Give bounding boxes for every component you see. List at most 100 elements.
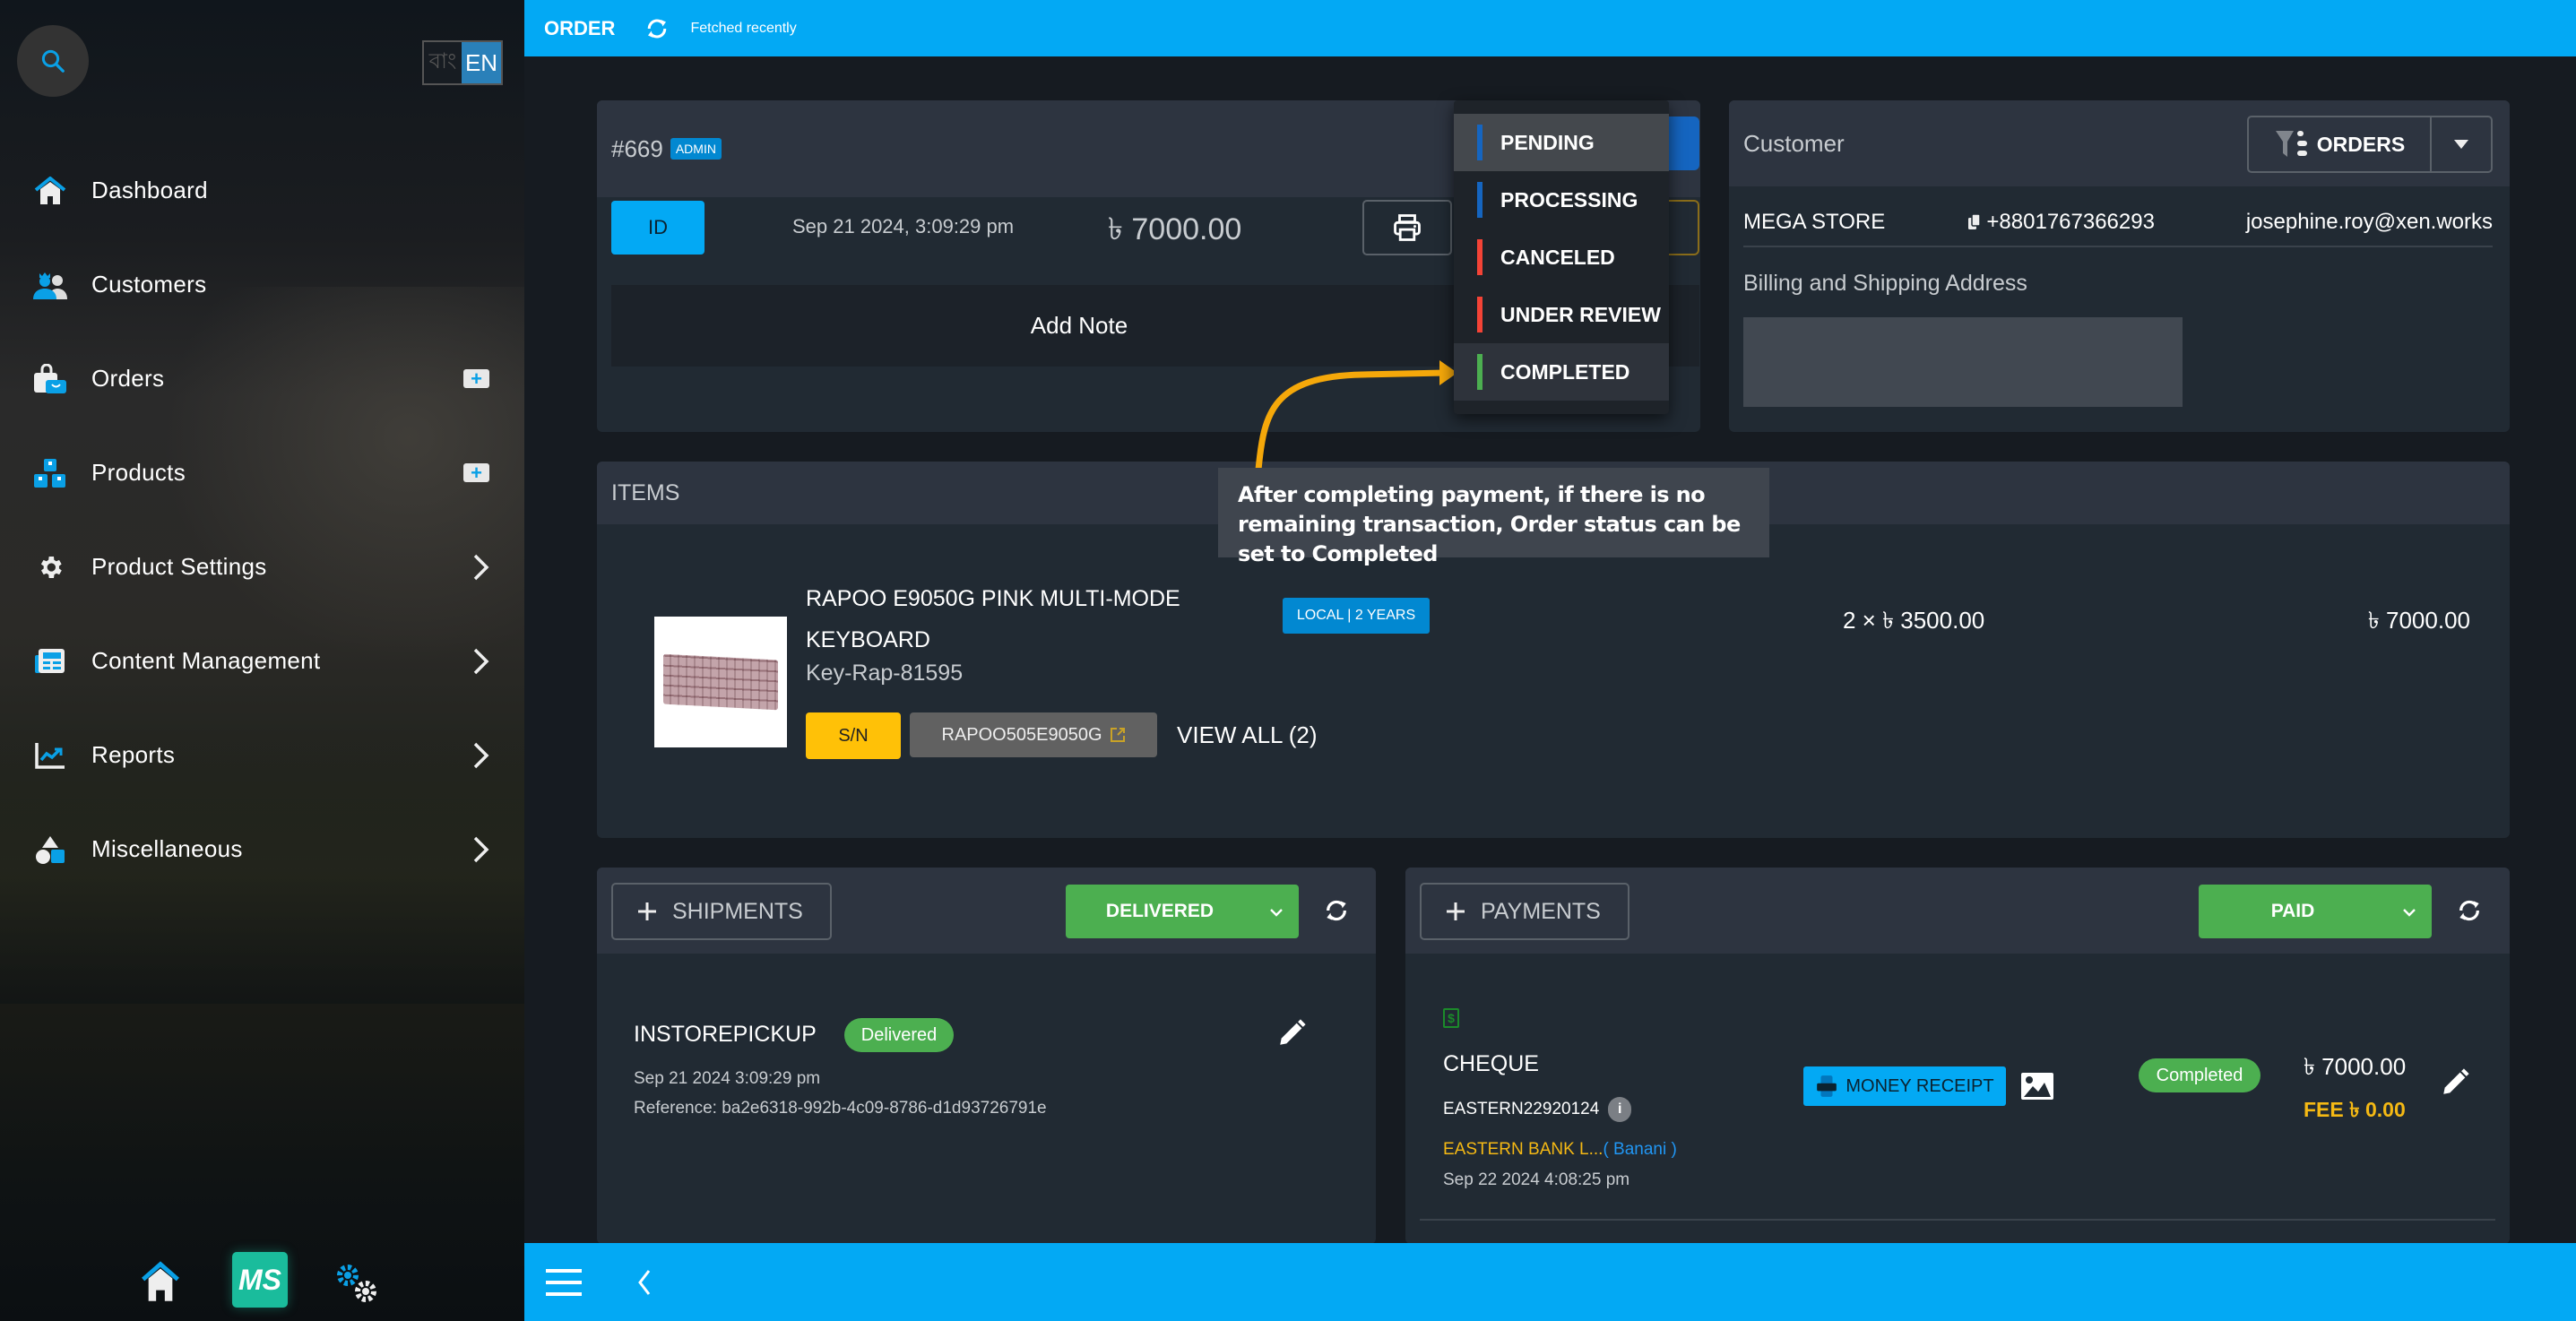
add-payment-button[interactable]: PAYMENTS (1420, 883, 1629, 940)
search-button[interactable] (17, 25, 89, 97)
image-icon[interactable] (2020, 1072, 2054, 1105)
status-option-label: UNDER REVIEW (1500, 302, 1661, 326)
unit-price: 2 × ৳ 3500.00 (1843, 607, 1985, 634)
sidebar-item-label: Reports (91, 741, 176, 768)
sidebar-nav: Dashboard Customers Orders + Products + … (0, 143, 524, 896)
refresh-shipments-button[interactable] (1321, 896, 1352, 929)
info-icon[interactable]: i (1608, 1097, 1632, 1122)
sidebar-item-products[interactable]: Products + (0, 426, 524, 520)
product-image[interactable] (654, 617, 787, 747)
sidebar: বাং EN Dashboard Customers Orders + Prod… (0, 0, 524, 1321)
top-bar: ORDER Fetched recently (524, 0, 2576, 56)
edit-payment-button[interactable] (2440, 1067, 2470, 1102)
customer-orders-label: ORDERS (2316, 132, 2406, 156)
sidebar-item-miscellaneous[interactable]: Miscellaneous (0, 802, 524, 896)
money-receipt-label: MONEY RECEIPT (1846, 1075, 1994, 1096)
home-icon[interactable] (140, 1261, 181, 1307)
annotation-tooltip: After completing payment, if there is no… (1218, 468, 1769, 566)
add-order-button[interactable]: + (463, 369, 489, 389)
serial-value: RAPOO505E9050G (941, 724, 1102, 745)
sidebar-item-label: Product Settings (91, 553, 267, 580)
money-receipt-button[interactable]: MONEY RECEIPT (1803, 1066, 2006, 1106)
bank-branch: ( Banani ) (1603, 1140, 1677, 1159)
payment-reference-wrap: EASTERN22920124 i (1443, 1097, 1632, 1122)
filter-list-icon (2275, 131, 2307, 157)
status-option-under-review[interactable]: UNDER REVIEW (1454, 286, 1669, 343)
app-logo[interactable]: MS (232, 1252, 288, 1308)
status-option-completed[interactable]: COMPLETED (1454, 343, 1669, 401)
sidebar-item-label: Products (91, 459, 186, 486)
language-bangla[interactable]: বাং (424, 42, 462, 83)
payment-date: Sep 22 2024 4:08:25 pm (1443, 1170, 1630, 1189)
sidebar-item-label: Orders (91, 365, 165, 392)
refresh-payments-button[interactable] (2454, 896, 2485, 929)
pencil-icon (1280, 1019, 1306, 1045)
status-option-canceled[interactable]: CANCELED (1454, 229, 1669, 286)
customer-orders-dropdown[interactable] (2432, 117, 2491, 171)
menu-button[interactable] (546, 1267, 582, 1298)
page-title: ORDER (544, 16, 616, 39)
payment-status-badge: Completed (2139, 1058, 2260, 1092)
payments-card: PAYMENTS PAID $ CHEQUE EASTERN22920124 i… (1405, 868, 2510, 1244)
plus-icon (638, 902, 656, 920)
payment-divider (1420, 1219, 2495, 1221)
customer-email: josephine.roy@xen.works (2245, 210, 2493, 234)
chevron-right-icon (473, 836, 489, 862)
customer-card-header: Customer ORDERS (1729, 100, 2510, 186)
sync-icon (1327, 900, 1346, 921)
order-status-button[interactable] (1664, 117, 1699, 170)
print-button[interactable] (1362, 200, 1452, 255)
shipments-header: SHIPMENTS DELIVERED (597, 868, 1376, 954)
sidebar-item-dashboard[interactable]: Dashboard (0, 143, 524, 237)
refresh-button[interactable] (642, 15, 672, 42)
sidebar-item-orders[interactable]: Orders + (0, 332, 524, 426)
back-button[interactable] (635, 1268, 653, 1297)
view-all-serials-link[interactable]: VIEW ALL (2) (1177, 721, 1318, 749)
status-option-processing[interactable]: PROCESSING (1454, 171, 1669, 229)
sidebar-item-customers[interactable]: Customers (0, 237, 524, 332)
order-source-badge: ADMIN (670, 138, 722, 160)
annotation-arrow (1255, 360, 1457, 471)
payments-header: PAYMENTS PAID (1405, 868, 2510, 954)
plus-icon (1447, 902, 1465, 920)
copy-icon[interactable] (1968, 214, 1982, 230)
order-status-menu: PENDING PROCESSING CANCELED UNDER REVIEW… (1454, 100, 1669, 414)
chevron-down-icon (2387, 901, 2432, 922)
sidebar-item-label: Miscellaneous (91, 835, 243, 862)
sidebar-footer: MS (0, 1243, 524, 1321)
payment-status-dropdown[interactable]: PAID (2199, 885, 2432, 938)
chevron-right-icon (473, 742, 489, 768)
status-option-label: PENDING (1500, 130, 1595, 154)
customer-info-row: MEGA STORE +8801767366293 josephine.roy@… (1743, 199, 2493, 247)
serial-link[interactable]: RAPOO505E9050G (910, 712, 1157, 757)
status-option-pending[interactable]: PENDING (1454, 114, 1669, 171)
address-placeholder (1743, 317, 2183, 407)
settings-gears-icon[interactable] (335, 1263, 385, 1308)
sidebar-item-reports[interactable]: Reports (0, 708, 524, 802)
shipment-method: INSTOREPICKUP (634, 1022, 817, 1047)
sync-icon (2459, 900, 2479, 921)
language-toggle[interactable]: বাং EN (422, 40, 503, 85)
order-id-button[interactable]: ID (611, 201, 705, 255)
sidebar-item-product-settings[interactable]: Product Settings (0, 520, 524, 614)
edit-shipment-button[interactable] (1276, 1018, 1307, 1053)
shipment-status-dropdown[interactable]: DELIVERED (1066, 885, 1299, 938)
add-shipment-button[interactable]: SHIPMENTS (611, 883, 832, 940)
customer-orders-button[interactable]: ORDERS (2249, 117, 2432, 171)
add-product-button[interactable]: + (463, 463, 489, 483)
payment-bank: EASTERN BANK L...( Banani ) (1443, 1140, 1677, 1160)
sidebar-item-content-management[interactable]: Content Management (0, 614, 524, 708)
product-name[interactable]: RAPOO E9050G PINK MULTI-MODE KEYBOARD (806, 578, 1272, 660)
customer-heading: Customer (1743, 129, 1845, 157)
order-date: Sep 21 2024, 3:09:29 pm (792, 215, 1015, 237)
customer-phone-wrap: +8801767366293 (1968, 210, 2245, 235)
line-total: ৳ 7000.00 (2367, 607, 2470, 634)
language-english[interactable]: EN (462, 42, 501, 83)
status-color-bar (1477, 297, 1482, 332)
shipment-reference: Reference: ba2e6318-992b-4c09-8786-d1d93… (634, 1099, 1047, 1118)
serial-number-button[interactable]: S/N (806, 712, 901, 759)
money-icon: $ (1443, 1008, 1459, 1028)
status-color-bar (1477, 354, 1482, 390)
status-option-label: CANCELED (1500, 245, 1615, 269)
payment-method: CHEQUE (1443, 1051, 1539, 1076)
